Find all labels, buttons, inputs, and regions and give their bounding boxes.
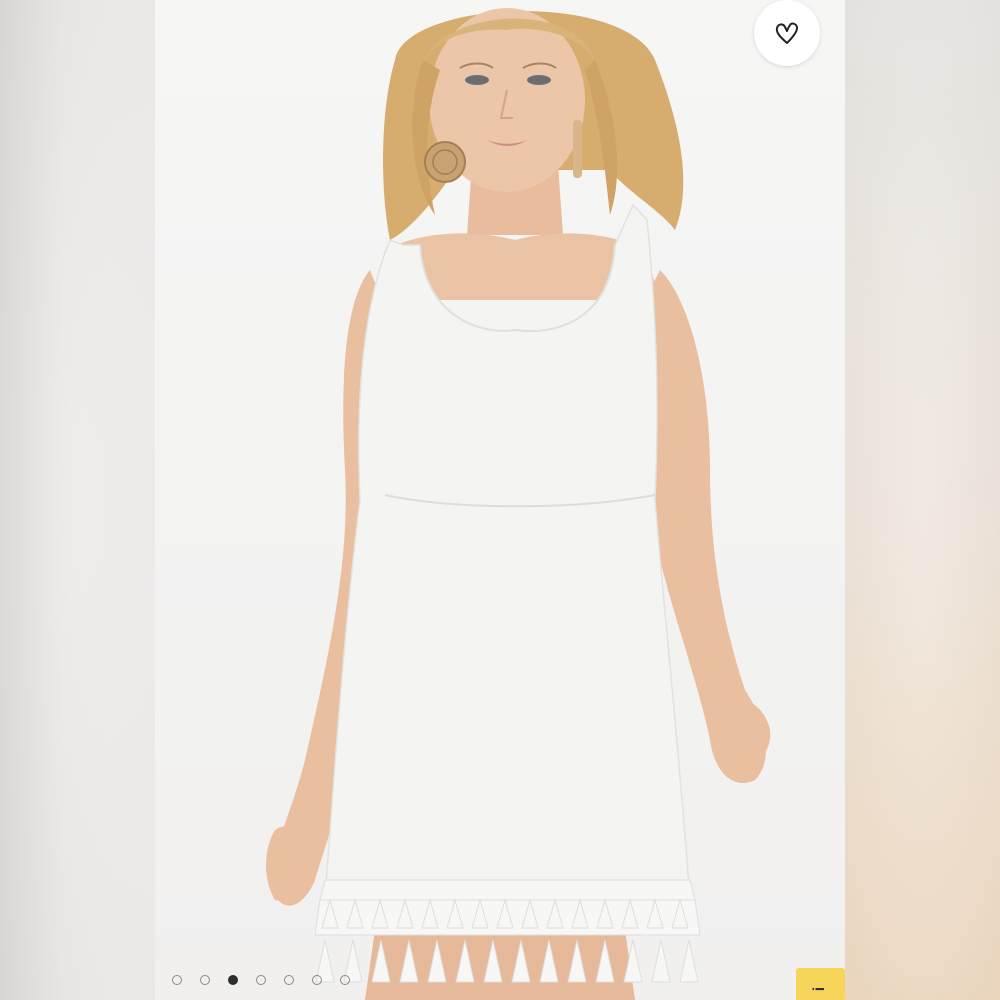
carousel-dot-7[interactable] <box>340 975 350 985</box>
dress <box>324 203 691 901</box>
carousel-dot-5[interactable] <box>284 975 294 985</box>
heart-outline-icon <box>775 22 798 44</box>
left-earring <box>424 141 466 183</box>
carousel-dot-3[interactable] <box>228 975 238 985</box>
blurred-right-panel <box>845 0 1000 1000</box>
carousel-dot-6[interactable] <box>312 975 322 985</box>
carousel-dot-2[interactable] <box>200 975 210 985</box>
corner-badge-text: i <box>811 986 829 992</box>
carousel-pagination <box>172 975 350 985</box>
carousel-dot-4[interactable] <box>256 975 266 985</box>
right-earring <box>573 120 582 178</box>
carousel-dot-1[interactable] <box>172 975 182 985</box>
favorite-button[interactable] <box>754 0 820 66</box>
corner-badge[interactable]: i <box>796 968 845 1000</box>
blurred-left-panel <box>0 0 155 1000</box>
product-image[interactable] <box>155 0 845 1000</box>
product-illustration <box>266 8 771 1000</box>
